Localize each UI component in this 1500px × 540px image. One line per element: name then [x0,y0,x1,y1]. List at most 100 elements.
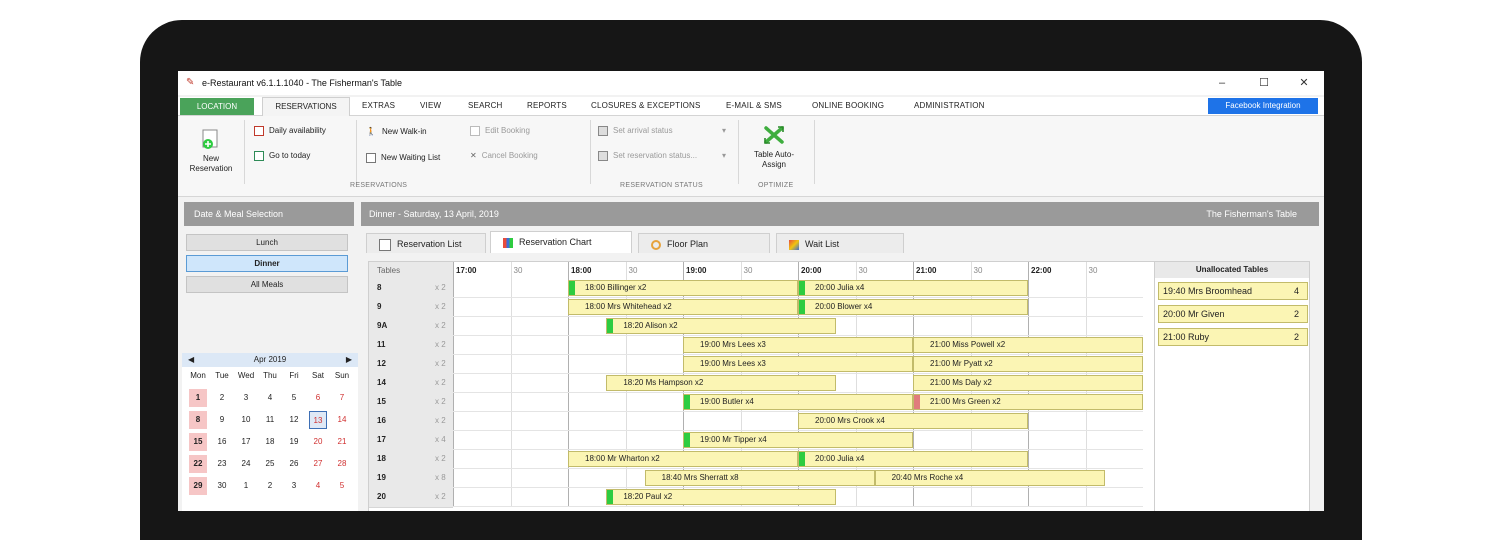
close-button[interactable]: ✕ [1294,75,1314,91]
menu-online-booking[interactable]: ONLINE BOOKING [812,101,884,110]
facebook-integration-button[interactable]: Facebook Integration [1208,98,1318,114]
tab-reservation-list[interactable]: Reservation List [366,233,486,253]
booking-bar[interactable]: 20:00 Julia x4 [798,280,1028,296]
booking-bar[interactable]: 18:20 Paul x2 [606,489,837,505]
calendar-day[interactable]: 20 [309,433,327,451]
calendar-day[interactable]: 10 [237,411,255,429]
calendar-day[interactable]: 14 [333,411,351,429]
table-row-header[interactable]: 16 x 2 [369,412,453,432]
calendar-day[interactable]: 25 [261,455,279,473]
booking-bar[interactable]: 18:00 Mrs Whitehead x2 [568,299,798,315]
table-row-header[interactable]: 8 x 2 [369,279,453,299]
tab-reservation-chart[interactable]: Reservation Chart [490,231,632,253]
table-row-header[interactable]: 20 x 2 [369,488,453,508]
calendar-day[interactable]: 27 [309,455,327,473]
set-arrival-status-dropdown[interactable]: Set arrival status ▾ [598,126,728,136]
booking-bar[interactable]: 18:00 Billinger x2 [568,280,798,296]
calendar-day[interactable]: 4 [261,389,279,407]
calendar-day[interactable]: 7 [333,389,351,407]
calendar-day[interactable]: 2 [213,389,231,407]
table-row-header[interactable]: 12 x 2 [369,355,453,375]
menu-search[interactable]: SEARCH [468,101,503,110]
calendar-day[interactable]: 9 [213,411,231,429]
booking-bar[interactable]: 19:00 Mr Tipper x4 [683,432,913,448]
calendar-day[interactable]: 3 [285,477,303,495]
table-row-header[interactable]: 17 x 4 [369,431,453,451]
unallocated-item[interactable]: 19:40 Mrs Broomhead 4 [1158,282,1308,300]
booking-bar[interactable]: 21:00 Mr Pyatt x2 [913,356,1143,372]
calendar-day[interactable]: 2 [261,477,279,495]
calendar-day[interactable]: 30 [213,477,231,495]
menu-extras[interactable]: EXTRAS [362,101,395,110]
calendar-prev-icon[interactable]: ◀ [188,353,194,367]
table-row-header[interactable]: 18 x 2 [369,450,453,470]
calendar-day[interactable]: 4 [309,477,327,495]
booking-bar[interactable]: 20:00 Blower x4 [798,299,1028,315]
booking-bar[interactable]: 19:00 Butler x4 [683,394,913,410]
menu-reports[interactable]: REPORTS [527,101,567,110]
booking-bar[interactable]: 20:00 Mrs Crook x4 [798,413,1028,429]
calendar-day[interactable]: 24 [237,455,255,473]
daily-availability-button[interactable]: Daily availability [254,126,326,136]
calendar-day[interactable]: 3 [237,389,255,407]
table-row-header[interactable]: 9A x 2 [369,317,453,337]
meal-lunch-button[interactable]: Lunch [186,234,348,251]
calendar-day[interactable]: 5 [285,389,303,407]
calendar-day[interactable]: 28 [333,455,351,473]
table-auto-assign-button[interactable]: Table Auto-Assign [744,120,804,180]
booking-bar[interactable]: 21:00 Ms Daly x2 [913,375,1143,391]
booking-bar[interactable]: 19:00 Mrs Lees x3 [683,337,913,353]
meal-all-meals-button[interactable]: All Meals [186,276,348,293]
edit-booking-button[interactable]: Edit Booking [470,126,530,136]
calendar-day[interactable]: 22 [189,455,207,473]
table-row-header[interactable]: 14 x 2 [369,374,453,394]
calendar-day[interactable]: 11 [261,411,279,429]
calendar-day[interactable]: 18 [261,433,279,451]
unallocated-item[interactable]: 21:00 Ruby 2 [1158,328,1308,346]
table-row-header[interactable]: 11 x 2 [369,336,453,356]
calendar-day[interactable]: 5 [333,477,351,495]
calendar-next-icon[interactable]: ▶ [346,353,352,367]
booking-bar[interactable]: 18:20 Ms Hampson x2 [606,375,837,391]
go-to-today-button[interactable]: Go to today [254,151,310,161]
calendar-day[interactable]: 26 [285,455,303,473]
unallocated-item[interactable]: 20:00 Mr Given 2 [1158,305,1308,323]
tab-wait-list[interactable]: Wait List [776,233,904,253]
calendar-day[interactable]: 19 [285,433,303,451]
meal-dinner-button[interactable]: Dinner [186,255,348,272]
table-row-header[interactable]: 15 x 2 [369,393,453,413]
new-reservation-button[interactable]: New Reservation [184,124,238,180]
table-row-header[interactable]: 9 x 2 [369,298,453,318]
table-row-header[interactable]: 19 x 8 [369,469,453,489]
booking-bar[interactable]: 21:00 Miss Powell x2 [913,337,1143,353]
menu-reservations[interactable]: RESERVATIONS [262,97,350,116]
calendar-day[interactable]: 16 [213,433,231,451]
booking-bar[interactable]: 18:20 Alison x2 [606,318,837,334]
calendar-day[interactable]: 1 [237,477,255,495]
minimize-button[interactable]: – [1212,75,1232,91]
menu-email-sms[interactable]: E-MAIL & SMS [726,101,782,110]
set-reservation-status-dropdown[interactable]: Set reservation status... ▾ [598,151,728,161]
maximize-button[interactable]: ☐ [1254,75,1274,91]
calendar-day[interactable]: 15 [189,433,207,451]
menu-administration[interactable]: ADMINISTRATION [914,101,985,110]
booking-bar[interactable]: 18:40 Mrs Sherratt x8 [644,470,875,486]
cancel-booking-button[interactable]: ✕ Cancel Booking [470,151,538,160]
calendar-day[interactable]: 21 [333,433,351,451]
menu-closures-exceptions[interactable]: CLOSURES & EXCEPTIONS [591,101,701,110]
menu-view[interactable]: VIEW [420,101,441,110]
calendar-day[interactable]: 1 [189,389,207,407]
calendar-day[interactable]: 12 [285,411,303,429]
booking-bar[interactable]: 20:40 Mrs Roche x4 [874,470,1105,486]
booking-bar[interactable]: 18:00 Mr Wharton x2 [568,451,798,467]
calendar-day[interactable]: 8 [189,411,207,429]
menu-location[interactable]: LOCATION [180,98,254,115]
tab-floor-plan[interactable]: Floor Plan [638,233,770,253]
calendar-day[interactable]: 29 [189,477,207,495]
booking-bar[interactable]: 21:00 Mrs Green x2 [913,394,1143,410]
booking-bar[interactable]: 19:00 Mrs Lees x3 [683,356,913,372]
booking-bar[interactable]: 20:00 Julia x4 [798,451,1028,467]
calendar-day[interactable]: 17 [237,433,255,451]
new-walk-in-button[interactable]: 🚶 New Walk-in [366,127,427,136]
calendar-day[interactable]: 6 [309,389,327,407]
